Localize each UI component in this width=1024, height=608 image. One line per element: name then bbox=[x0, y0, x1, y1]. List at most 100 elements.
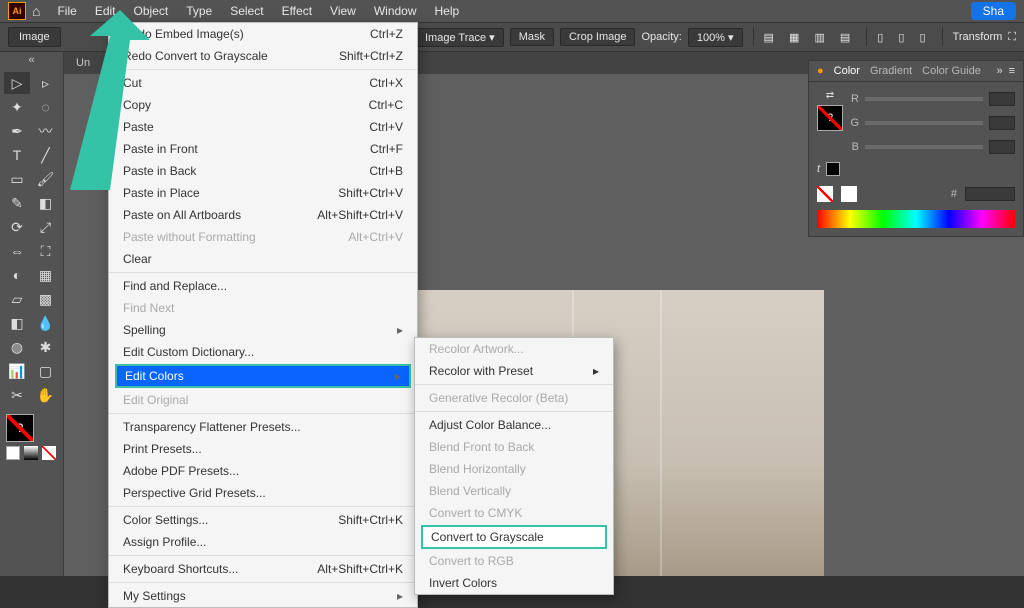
image-trace-button[interactable]: Image Trace ▾ bbox=[416, 28, 504, 47]
fill-stroke-swatches[interactable]: ? bbox=[6, 414, 57, 460]
line-tool[interactable]: ╱ bbox=[33, 144, 59, 166]
symbol-sprayer-tool[interactable]: ✱ bbox=[33, 336, 59, 358]
menu-edit[interactable]: Edit bbox=[86, 4, 125, 18]
paintbrush-tool[interactable]: 🖌 bbox=[33, 168, 59, 190]
menu-effect[interactable]: Effect bbox=[273, 4, 321, 18]
eraser-tool[interactable]: ◧ bbox=[33, 192, 59, 214]
edit-menu-item[interactable]: CopyCtrl+C bbox=[109, 94, 417, 116]
r-slider[interactable] bbox=[865, 97, 983, 101]
hex-field[interactable] bbox=[965, 187, 1015, 201]
scale-tool[interactable]: ⤢ bbox=[33, 216, 59, 238]
opacity-field[interactable]: 100% ▾ bbox=[688, 28, 743, 47]
edit-menu-item[interactable]: Edit Custom Dictionary... bbox=[109, 341, 417, 363]
edit-menu-item[interactable]: Print Presets... bbox=[109, 438, 417, 460]
edit-menu-item[interactable]: Clear bbox=[109, 248, 417, 270]
edit-menu-item[interactable]: Undo Embed Image(s)Ctrl+Z bbox=[109, 23, 417, 45]
edit-menu-item[interactable]: My Settings▸ bbox=[109, 585, 417, 607]
rotate-tool[interactable]: ⟳ bbox=[4, 216, 30, 238]
none-swatch-icon[interactable] bbox=[817, 186, 833, 202]
edit-menu-item[interactable]: Paste in PlaceShift+Ctrl+V bbox=[109, 182, 417, 204]
submenu-item: Convert to CMYK bbox=[415, 502, 613, 524]
edit-menu-item[interactable]: Color Settings...Shift+Ctrl+K bbox=[109, 509, 417, 531]
r-value[interactable] bbox=[989, 92, 1015, 106]
artboard-tool[interactable]: ▢ bbox=[33, 360, 59, 382]
white-swatch-icon[interactable] bbox=[841, 186, 857, 202]
submenu-item[interactable]: Convert to Grayscale bbox=[421, 525, 607, 549]
b-slider[interactable] bbox=[865, 145, 983, 149]
submenu-item[interactable]: Invert Colors bbox=[415, 572, 613, 594]
eyedropper-tool[interactable]: 💧 bbox=[33, 312, 59, 334]
live-paint-tool[interactable]: ▦ bbox=[33, 264, 59, 286]
spectrum-ramp[interactable] bbox=[817, 210, 1015, 228]
menu-select[interactable]: Select bbox=[221, 4, 272, 18]
curvature-tool[interactable]: 〰 bbox=[33, 120, 59, 142]
edit-menu-item[interactable]: Paste in FrontCtrl+F bbox=[109, 138, 417, 160]
panel-fill-swatch[interactable]: ? bbox=[817, 105, 843, 131]
direct-selection-tool[interactable]: ▹ bbox=[33, 72, 59, 94]
edit-menu-item[interactable]: Assign Profile... bbox=[109, 531, 417, 553]
edit-menu-item[interactable]: Spelling▸ bbox=[109, 319, 417, 341]
mask-button[interactable]: Mask bbox=[510, 28, 554, 46]
menu-object[interactable]: Object bbox=[125, 4, 178, 18]
panel-menu-icon[interactable]: ≡ bbox=[1009, 65, 1015, 77]
pen-tool[interactable]: ✒ bbox=[4, 120, 30, 142]
swap-fill-stroke-icon[interactable]: ⇄ bbox=[826, 90, 834, 101]
shape-builder-tool[interactable]: ◐ bbox=[4, 264, 30, 286]
edit-menu-item[interactable]: Redo Convert to GrayscaleShift+Ctrl+Z bbox=[109, 45, 417, 67]
edit-menu-item[interactable]: CutCtrl+X bbox=[109, 72, 417, 94]
free-transform-tool[interactable]: ⛶ bbox=[33, 240, 59, 262]
edit-menu-item[interactable]: Find and Replace... bbox=[109, 275, 417, 297]
menu-help[interactable]: Help bbox=[426, 4, 469, 18]
fill-swatch[interactable]: ? bbox=[6, 414, 34, 442]
g-value[interactable] bbox=[989, 116, 1015, 130]
home-icon[interactable]: ⌂ bbox=[32, 3, 40, 19]
perspective-tool[interactable]: ▱ bbox=[4, 288, 30, 310]
submenu-item[interactable]: Recolor with Preset▸ bbox=[415, 360, 613, 382]
submenu-item: Generative Recolor (Beta) bbox=[415, 387, 613, 409]
align-icons[interactable]: ▤ ▦ ▥ ▤ bbox=[764, 31, 857, 44]
magic-wand-tool[interactable]: ✦ bbox=[4, 96, 30, 118]
menu-window[interactable]: Window bbox=[365, 4, 426, 18]
menu-file[interactable]: File bbox=[48, 4, 85, 18]
lasso-tool[interactable]: ◌ bbox=[33, 96, 59, 118]
slice-tool[interactable]: ✂ bbox=[4, 384, 30, 406]
tab-color[interactable]: Color bbox=[834, 65, 860, 77]
edit-menu-item[interactable]: Paste on All ArtboardsAlt+Shift+Ctrl+V bbox=[109, 204, 417, 226]
tint-chip[interactable] bbox=[826, 162, 840, 176]
isolate-icon[interactable]: ⛶ bbox=[1008, 31, 1016, 44]
rectangle-tool[interactable]: ▭ bbox=[4, 168, 30, 190]
tab-gradient[interactable]: Gradient bbox=[870, 65, 912, 77]
mesh-tool[interactable]: ▩ bbox=[33, 288, 59, 310]
color-mode-icon[interactable] bbox=[6, 446, 20, 460]
edit-menu-item[interactable]: Transparency Flattener Presets... bbox=[109, 416, 417, 438]
width-tool[interactable]: ⇔ bbox=[4, 240, 30, 262]
edit-menu-item[interactable]: Edit Colors▸ bbox=[115, 364, 411, 388]
distribute-icons[interactable]: ▯ ▯ ▯ bbox=[877, 31, 931, 44]
graph-tool[interactable]: 📊 bbox=[4, 360, 30, 382]
edit-menu-item[interactable]: PasteCtrl+V bbox=[109, 116, 417, 138]
tools-collapse-icon[interactable]: « bbox=[0, 52, 63, 68]
selection-tool[interactable]: ▷ bbox=[4, 72, 30, 94]
type-tool[interactable]: T bbox=[4, 144, 30, 166]
edit-menu-item[interactable]: Adobe PDF Presets... bbox=[109, 460, 417, 482]
crop-button[interactable]: Crop Image bbox=[560, 28, 635, 46]
b-value[interactable] bbox=[989, 140, 1015, 154]
context-chip: Image bbox=[8, 27, 61, 47]
shaper-tool[interactable]: ✎ bbox=[4, 192, 30, 214]
tab-color-guide[interactable]: Color Guide bbox=[922, 65, 981, 77]
none-mode-icon[interactable] bbox=[42, 446, 56, 460]
g-slider[interactable] bbox=[865, 121, 983, 125]
edit-menu-item[interactable]: Paste in BackCtrl+B bbox=[109, 160, 417, 182]
blend-tool[interactable]: ◍ bbox=[4, 336, 30, 358]
edit-menu-item[interactable]: Perspective Grid Presets... bbox=[109, 482, 417, 504]
edit-menu-item[interactable]: Keyboard Shortcuts...Alt+Shift+Ctrl+K bbox=[109, 558, 417, 580]
gradient-mode-icon[interactable] bbox=[24, 446, 38, 460]
hand-tool[interactable]: ✋ bbox=[33, 384, 59, 406]
transform-link[interactable]: Transform bbox=[953, 31, 1003, 43]
menu-view[interactable]: View bbox=[321, 4, 365, 18]
panel-expand-icon[interactable]: » bbox=[996, 65, 1002, 77]
share-button[interactable]: Sha bbox=[971, 2, 1016, 20]
submenu-item[interactable]: Adjust Color Balance... bbox=[415, 414, 613, 436]
gradient-tool[interactable]: ◧ bbox=[4, 312, 30, 334]
menu-type[interactable]: Type bbox=[177, 4, 221, 18]
